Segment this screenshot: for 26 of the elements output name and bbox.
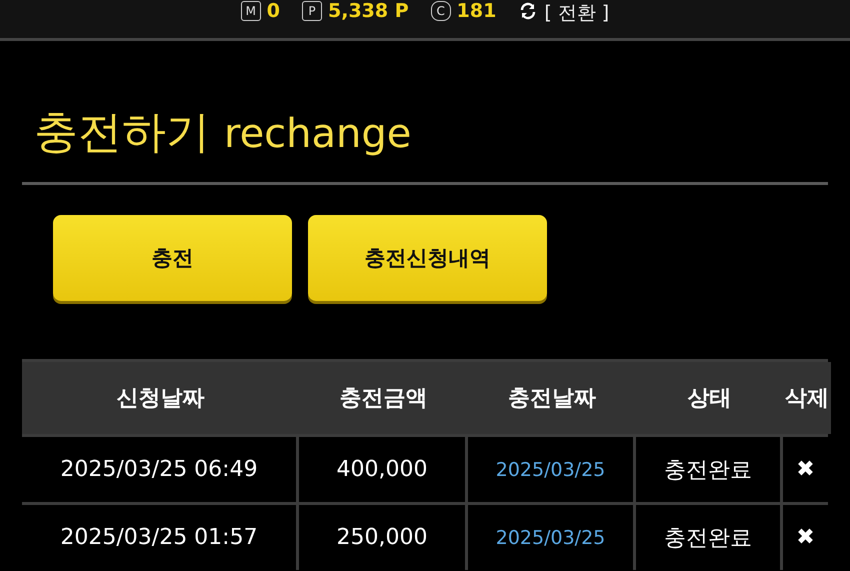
currency-badge: P xyxy=(302,1,322,21)
delete-button[interactable]: ✖ xyxy=(796,525,815,550)
column-header: 삭제 xyxy=(783,362,831,434)
table-cell: 2025/03/25 06:49 xyxy=(22,437,296,502)
currency-badge: C xyxy=(430,1,451,21)
table-cell: 2025/03/25 xyxy=(468,437,633,502)
convert-link[interactable]: [ 전환 ] xyxy=(544,0,610,26)
balance-value: 0 xyxy=(266,0,280,22)
balance-value: 181 xyxy=(456,0,496,22)
column-header: 충전금액 xyxy=(299,362,468,434)
table-cell: 400,000 xyxy=(299,437,465,502)
table-cell: 2025/03/25 xyxy=(468,505,633,570)
column-header: 충전날짜 xyxy=(468,362,636,434)
page-title: 충전하기 xyxy=(34,107,210,159)
tab-button[interactable]: 충전신청내역 xyxy=(308,215,547,301)
table-cell: 충전완료 xyxy=(636,437,780,502)
balance-value: 5,338 P xyxy=(328,0,409,22)
currency-badge: M xyxy=(240,1,261,21)
table-cell: 2025/03/25 01:57 xyxy=(22,505,296,570)
tab-button[interactable]: 충전 xyxy=(53,215,292,301)
table-cell: 충전완료 xyxy=(636,505,780,570)
delete-button[interactable]: ✖ xyxy=(796,457,815,482)
table-cell: 250,000 xyxy=(299,505,465,570)
page-subtitle: rechange xyxy=(224,110,412,159)
column-header: 신청날짜 xyxy=(22,362,299,434)
column-header: 상태 xyxy=(636,362,783,434)
